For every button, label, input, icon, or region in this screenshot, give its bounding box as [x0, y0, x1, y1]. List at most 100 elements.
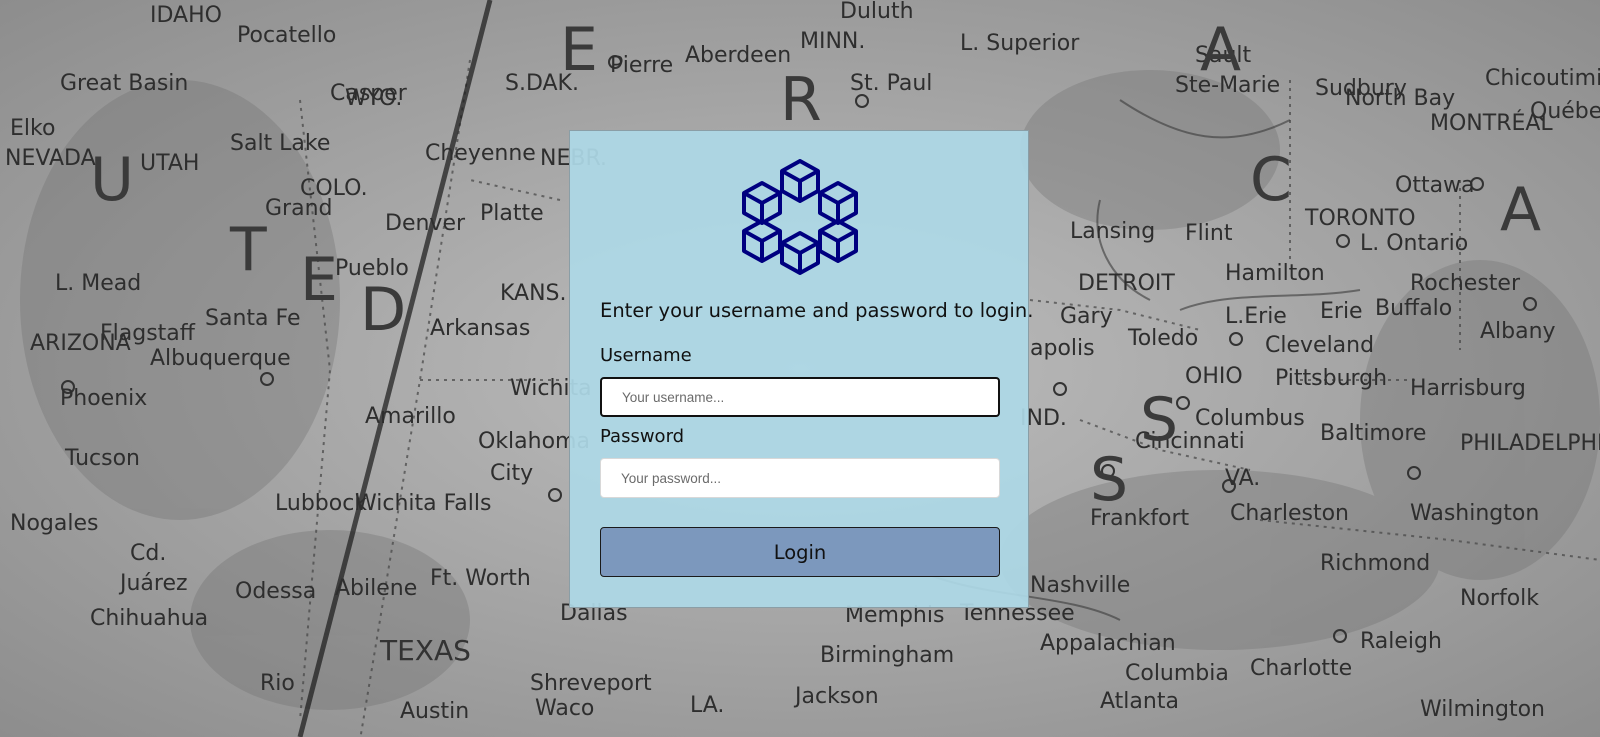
svg-text:Juárez: Juárez	[118, 571, 188, 596]
login-instructions: Enter your username and password to logi…	[600, 299, 1034, 322]
svg-text:Norfolk: Norfolk	[1460, 586, 1539, 611]
svg-text:IDAHO: IDAHO	[150, 3, 222, 28]
svg-text:Erie: Erie	[1320, 299, 1363, 324]
svg-text:Wichita Falls: Wichita Falls	[355, 491, 491, 516]
svg-text:Rio: Rio	[260, 671, 295, 696]
svg-text:Salt Lake: Salt Lake	[230, 131, 330, 156]
svg-text:Wilmington: Wilmington	[1420, 697, 1545, 722]
svg-text:Washington: Washington	[1410, 501, 1539, 526]
svg-text:TEXAS: TEXAS	[379, 634, 471, 667]
svg-text:Birmingham: Birmingham	[820, 643, 954, 668]
svg-text:Chicoutimi: Chicoutimi	[1485, 66, 1600, 91]
svg-text:MONTRÉAL: MONTRÉAL	[1430, 110, 1553, 136]
svg-text:OHIO: OHIO	[1185, 364, 1243, 389]
svg-text:Grand: Grand	[265, 196, 332, 221]
svg-text:Ft. Worth: Ft. Worth	[430, 566, 531, 591]
svg-text:E: E	[300, 245, 338, 315]
svg-text:Lubbock: Lubbock	[275, 491, 367, 516]
svg-text:C: C	[1250, 145, 1292, 215]
svg-text:City: City	[490, 461, 533, 486]
svg-text:Abilene: Abilene	[335, 576, 417, 601]
svg-text:D: D	[360, 275, 406, 345]
svg-text:St. Paul: St. Paul	[850, 71, 932, 96]
svg-text:Arkansas: Arkansas	[430, 316, 530, 341]
svg-text:L.Erie: L.Erie	[1225, 304, 1287, 329]
svg-text:Duluth: Duluth	[840, 0, 914, 24]
svg-text:Gary: Gary	[1060, 304, 1113, 329]
cube-snowflake-logo-icon	[742, 159, 858, 275]
svg-text:Cheyenne: Cheyenne	[425, 141, 536, 166]
svg-text:apolis: apolis	[1030, 336, 1095, 361]
svg-text:L. Superior: L. Superior	[960, 31, 1080, 56]
svg-text:Ottawa: Ottawa	[1395, 173, 1475, 198]
svg-text:Hamilton: Hamilton	[1225, 261, 1325, 286]
svg-text:Nogales: Nogales	[10, 511, 98, 536]
svg-text:UTAH: UTAH	[140, 151, 199, 176]
password-input[interactable]	[600, 458, 1000, 498]
svg-text:WYO.: WYO.	[345, 86, 402, 111]
svg-text:Chihuahua: Chihuahua	[90, 606, 208, 631]
svg-text:Flagstaff: Flagstaff	[100, 321, 196, 346]
svg-text:A: A	[1200, 15, 1241, 85]
svg-text:Buffalo: Buffalo	[1375, 296, 1452, 321]
svg-text:Nashville: Nashville	[1030, 573, 1130, 598]
svg-text:L. Mead: L. Mead	[55, 271, 141, 296]
svg-text:Phoenix: Phoenix	[60, 386, 147, 411]
svg-text:U: U	[90, 145, 134, 215]
login-card: Enter your username and password to logi…	[569, 130, 1033, 608]
svg-text:Appalachian: Appalachian	[1040, 631, 1176, 656]
svg-text:Odessa: Odessa	[235, 579, 316, 604]
svg-text:VA.: VA.	[1225, 466, 1260, 491]
svg-text:Aberdeen: Aberdeen	[685, 43, 791, 68]
svg-text:L. Ontario: L. Ontario	[1360, 231, 1468, 256]
svg-text:Pittsburgh: Pittsburgh	[1275, 366, 1387, 391]
svg-text:Elko: Elko	[10, 116, 55, 141]
svg-text:Albany: Albany	[1480, 319, 1556, 344]
svg-text:S: S	[1090, 445, 1128, 515]
svg-text:Tucson: Tucson	[64, 446, 140, 471]
svg-text:Harrisburg: Harrisburg	[1410, 376, 1526, 401]
username-label: Username	[600, 345, 692, 366]
svg-text:R: R	[780, 65, 822, 135]
svg-text:Austin: Austin	[400, 699, 469, 724]
svg-text:Shreveport: Shreveport	[530, 671, 652, 696]
svg-text:Denver: Denver	[385, 211, 466, 236]
svg-text:MINN.: MINN.	[800, 29, 865, 54]
svg-text:T: T	[229, 215, 267, 285]
svg-text:Cleveland: Cleveland	[1265, 333, 1374, 358]
svg-text:Albuquerque: Albuquerque	[150, 346, 291, 371]
svg-text:Amarillo: Amarillo	[365, 404, 456, 429]
svg-text:Cd.: Cd.	[130, 541, 166, 566]
username-input[interactable]	[600, 377, 1000, 417]
svg-text:A: A	[1500, 175, 1541, 245]
svg-text:Pierre: Pierre	[610, 53, 673, 78]
svg-text:PHILADELPHIA: PHILADELPHIA	[1460, 431, 1600, 456]
svg-text:E: E	[560, 15, 598, 85]
svg-text:Great Basin: Great Basin	[60, 71, 188, 96]
svg-text:Charlotte: Charlotte	[1250, 656, 1352, 681]
svg-text:S: S	[1140, 385, 1178, 455]
svg-text:Atlanta: Atlanta	[1100, 689, 1179, 714]
svg-text:NEVADA: NEVADA	[5, 146, 96, 171]
svg-text:Raleigh: Raleigh	[1360, 629, 1442, 654]
svg-text:Rochester: Rochester	[1410, 271, 1521, 296]
svg-text:Charleston: Charleston	[1230, 501, 1349, 526]
svg-text:KANS.: KANS.	[500, 281, 567, 306]
svg-text:North Bay: North Bay	[1345, 86, 1455, 111]
svg-text:Flint: Flint	[1185, 221, 1233, 246]
svg-text:Waco: Waco	[535, 696, 594, 721]
svg-text:Columbia: Columbia	[1125, 661, 1229, 686]
svg-text:Jackson: Jackson	[793, 684, 879, 709]
svg-text:Baltimore: Baltimore	[1320, 421, 1426, 446]
svg-text:DETROIT: DETROIT	[1078, 271, 1175, 296]
login-button[interactable]: Login	[600, 527, 1000, 577]
svg-text:TORONTO: TORONTO	[1304, 206, 1416, 231]
svg-text:Santa Fe: Santa Fe	[205, 306, 300, 331]
svg-text:Toledo: Toledo	[1127, 326, 1198, 351]
svg-text:Pocatello: Pocatello	[237, 23, 336, 48]
svg-text:LA.: LA.	[690, 693, 724, 718]
password-label: Password	[600, 426, 685, 447]
svg-text:Columbus: Columbus	[1195, 406, 1305, 431]
svg-text:Lansing: Lansing	[1070, 219, 1155, 244]
svg-text:Platte: Platte	[480, 201, 544, 226]
